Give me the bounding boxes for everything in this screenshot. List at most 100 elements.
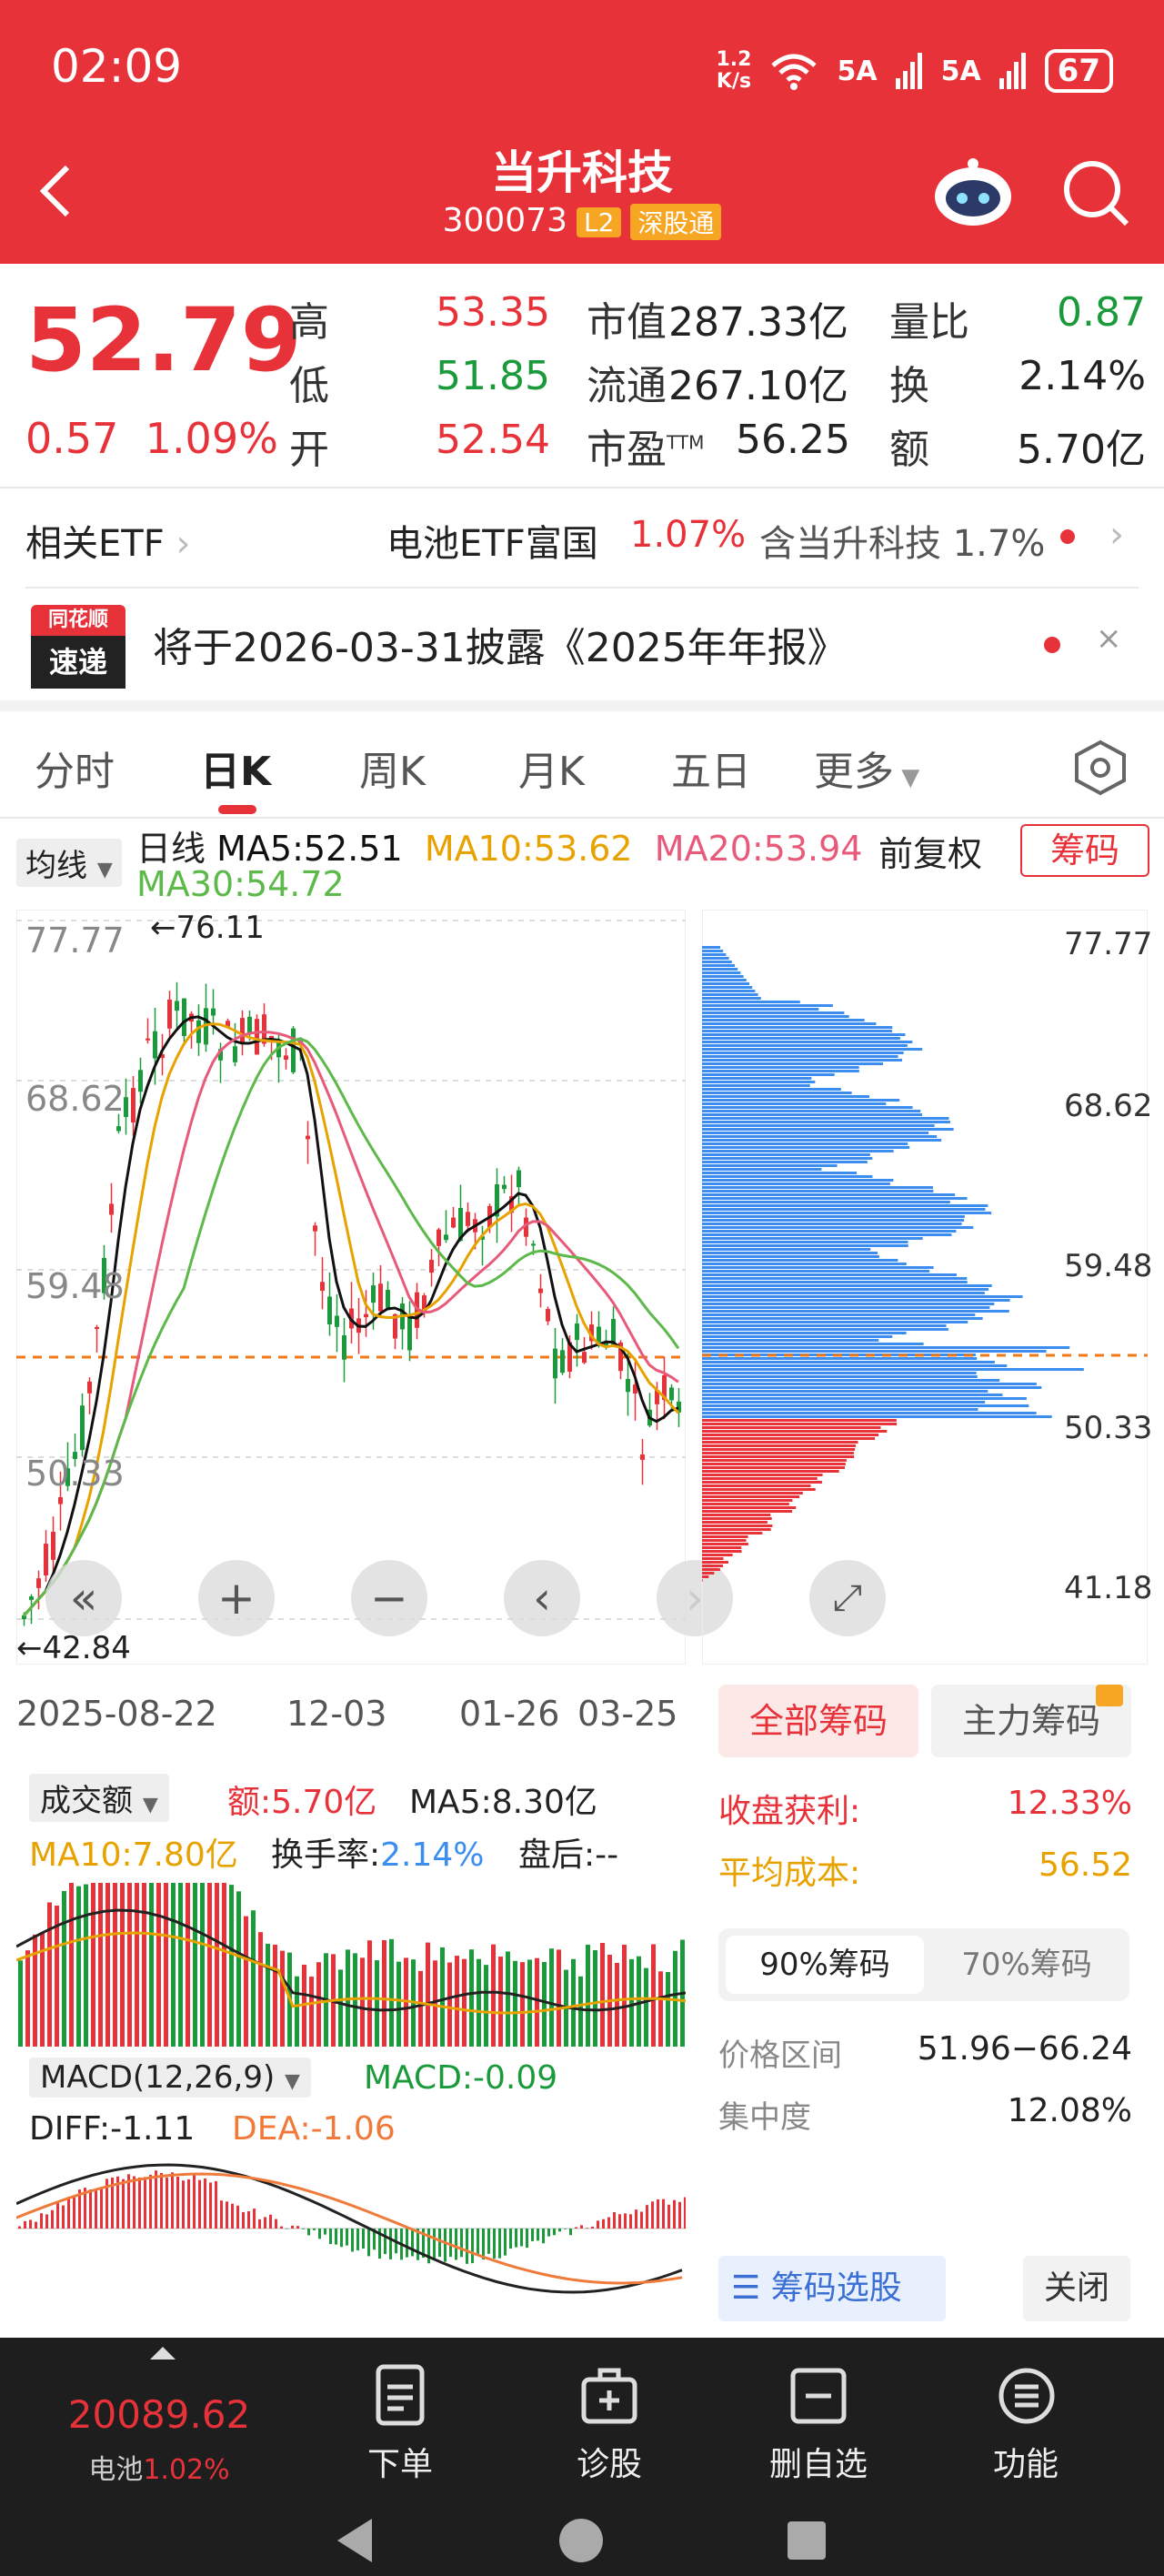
zoom-in-button[interactable]: + bbox=[198, 1560, 275, 1636]
system-recent-icon[interactable] bbox=[784, 2518, 829, 2563]
candle-body bbox=[211, 1008, 216, 1016]
candle-body bbox=[51, 1531, 55, 1560]
chip-bar bbox=[702, 1554, 733, 1556]
tab-intraday[interactable]: 分时 bbox=[35, 739, 115, 797]
chip-bar bbox=[702, 1073, 835, 1076]
chip-button[interactable]: 筹码 bbox=[1020, 824, 1149, 877]
robot-assistant-icon[interactable] bbox=[928, 156, 1018, 229]
volume-bar bbox=[586, 1944, 590, 2047]
system-home-icon[interactable] bbox=[557, 2516, 606, 2565]
nav-functions[interactable]: 功能 bbox=[971, 2438, 1080, 2485]
chip-bar bbox=[702, 990, 756, 992]
index-value[interactable]: 20089.62 bbox=[55, 2392, 264, 2437]
volume-bar bbox=[164, 1883, 168, 2047]
related-etf-link[interactable]: 相关ETF › bbox=[25, 514, 190, 569]
nav-remove-watchlist[interactable]: 删自选 bbox=[755, 2438, 882, 2485]
candle-body bbox=[247, 1016, 252, 1033]
ma-selector[interactable]: 均线 ▼ bbox=[16, 839, 122, 887]
volume-selector[interactable]: 成交额 ▼ bbox=[29, 1774, 169, 1822]
macd-bar bbox=[356, 2229, 359, 2250]
chip-bar bbox=[702, 1484, 811, 1487]
chip-bar bbox=[702, 1044, 908, 1047]
chip-bar bbox=[702, 1248, 871, 1251]
volume-bar bbox=[105, 1883, 110, 2047]
chip-bar bbox=[702, 1514, 771, 1516]
chip-bar bbox=[702, 1535, 748, 1538]
chip-bar bbox=[702, 1026, 893, 1029]
macd-bar bbox=[597, 2220, 599, 2229]
macd-bar bbox=[646, 2205, 648, 2229]
tab-indicator bbox=[218, 805, 256, 814]
divider bbox=[0, 487, 1164, 488]
close-chip-button[interactable]: 关闭 bbox=[1023, 2256, 1130, 2321]
chip-bar bbox=[702, 1219, 965, 1222]
chip-bar bbox=[702, 946, 720, 949]
ths-logo: 同花顺 速递 bbox=[31, 605, 125, 689]
macd-bar bbox=[449, 2229, 452, 2258]
chip-bar bbox=[702, 1070, 859, 1072]
tab-more[interactable]: 更多 ▼ bbox=[814, 739, 919, 797]
tab-all-chips[interactable]: 全部筹码 bbox=[718, 1685, 918, 1757]
seg-70-chips[interactable]: 70%筹码 bbox=[928, 1936, 1126, 1994]
macd-bar bbox=[264, 2217, 266, 2229]
macd-bar bbox=[193, 2175, 196, 2229]
search-icon[interactable] bbox=[1059, 156, 1132, 229]
chip-bar bbox=[702, 1084, 810, 1087]
seg-90-chips[interactable]: 90%筹码 bbox=[726, 1936, 924, 1994]
chip-bar bbox=[702, 1197, 968, 1200]
tab-monthly-k[interactable]: 月K bbox=[518, 739, 585, 797]
menu-icon[interactable] bbox=[997, 2363, 1057, 2427]
news-text[interactable]: 将于2026-03-31披露《2025年年报》 bbox=[153, 615, 848, 673]
tab-weekly-k[interactable]: 周K bbox=[359, 739, 426, 797]
chip-bar bbox=[702, 1117, 949, 1120]
candle-body bbox=[538, 1288, 543, 1293]
nav-diagnose[interactable]: 诊股 bbox=[555, 2438, 664, 2485]
range-value: 51.96−66.24 bbox=[917, 2030, 1132, 2068]
close-news-icon[interactable]: × bbox=[1096, 620, 1122, 657]
y-label-3: 59.48 bbox=[25, 1266, 125, 1306]
volume-bar bbox=[316, 1962, 321, 2047]
macd-bar bbox=[515, 2229, 517, 2248]
settings-hex-icon[interactable] bbox=[1071, 739, 1129, 797]
tab-five-day[interactable]: 五日 bbox=[671, 739, 751, 797]
divider bbox=[25, 587, 1139, 589]
status-time: 02:09 bbox=[51, 40, 183, 93]
candle-body bbox=[233, 1046, 237, 1062]
chip-pick-button[interactable]: ☰ 筹码选股 bbox=[718, 2256, 946, 2321]
chip-y-4: 50.33 bbox=[1064, 1410, 1153, 1446]
adjust-label[interactable]: 前复权 bbox=[878, 826, 982, 876]
open-label: 开 bbox=[289, 427, 329, 473]
order-icon[interactable] bbox=[373, 2363, 427, 2427]
macd-bar bbox=[291, 2225, 294, 2229]
chip-bar bbox=[702, 1033, 906, 1036]
system-back-icon[interactable] bbox=[332, 2515, 377, 2566]
macd-bar bbox=[318, 2229, 321, 2239]
ma30-value: MA30:54.72 bbox=[136, 864, 345, 904]
macd-bar bbox=[89, 2189, 92, 2229]
macd-bar bbox=[673, 2199, 676, 2229]
etf-name[interactable]: 电池ETF富国 bbox=[386, 514, 598, 569]
macd-bar bbox=[67, 2197, 70, 2229]
chip-bar bbox=[702, 1412, 1037, 1414]
macd-bar bbox=[138, 2177, 141, 2229]
macd-bar bbox=[684, 2197, 686, 2229]
fast-back-button[interactable]: « bbox=[45, 1560, 122, 1636]
remove-watchlist-icon[interactable] bbox=[789, 2363, 848, 2427]
etf-chevron-icon[interactable]: › bbox=[1109, 514, 1124, 569]
tab-daily-k[interactable]: 日K bbox=[200, 739, 271, 797]
macd-bar bbox=[607, 2217, 610, 2229]
chip-bar bbox=[702, 1095, 869, 1098]
nav-order[interactable]: 下单 bbox=[346, 2438, 455, 2485]
volume-bar bbox=[113, 1883, 117, 2047]
zoom-out-button[interactable]: − bbox=[351, 1560, 427, 1636]
macd-bar bbox=[487, 2229, 490, 2254]
expand-arrow-icon[interactable] bbox=[150, 2347, 176, 2360]
macd-selector[interactable]: MACD(12,26,9) ▼ bbox=[29, 2058, 311, 2098]
volume-bar bbox=[418, 1970, 423, 2047]
volume-bar bbox=[484, 1965, 488, 2047]
l2-tag: L2 bbox=[577, 206, 622, 237]
diagnose-icon[interactable] bbox=[580, 2363, 638, 2427]
y-label-2: 68.62 bbox=[25, 1079, 125, 1119]
vol-ratio-value: 0.87 bbox=[1057, 289, 1146, 336]
scroll-left-button[interactable]: ‹ bbox=[504, 1560, 580, 1636]
